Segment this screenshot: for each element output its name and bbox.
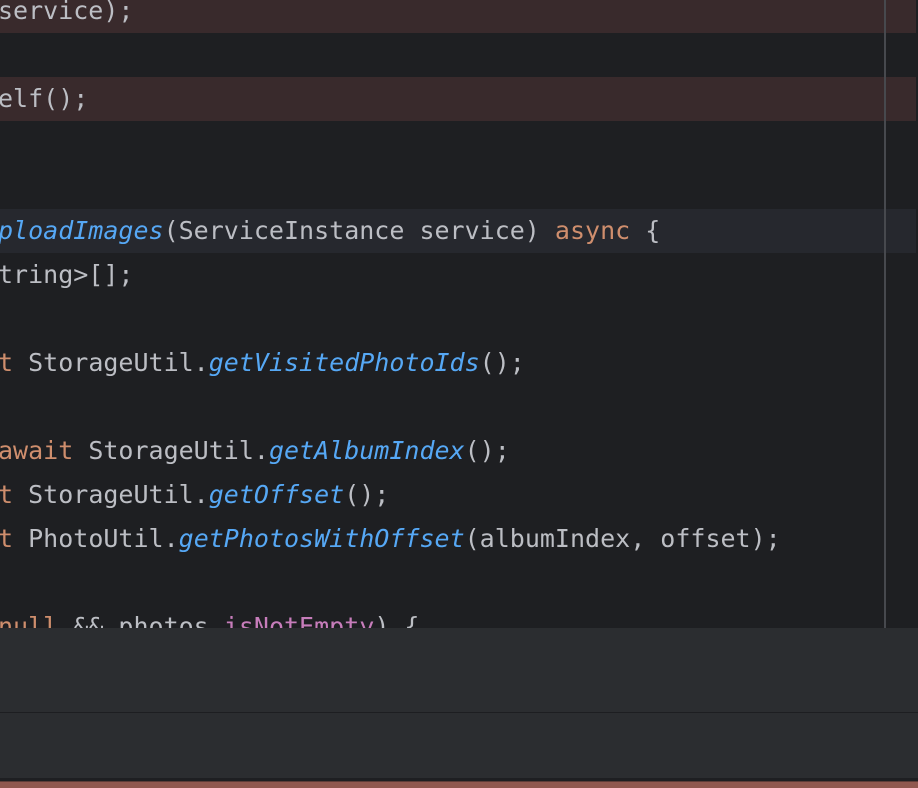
- code-token: (ServiceInstance service): [164, 216, 555, 245]
- code-token: ();: [465, 436, 510, 465]
- code-line[interactable]: [0, 165, 916, 209]
- code-line[interactable]: [0, 33, 916, 77]
- code-lines: service); elf(); ploadImages(ServiceInstan…: [0, 0, 918, 628]
- code-token: StorageUtil.: [13, 348, 209, 377]
- code-token: async: [555, 216, 630, 245]
- code-token: ) {: [374, 612, 419, 628]
- code-token: && photos.: [58, 612, 224, 628]
- code-token: (albumIndex, offset);: [465, 524, 781, 553]
- code-token: t: [0, 348, 13, 377]
- code-token: await: [0, 436, 73, 465]
- code-line[interactable]: elf();: [0, 77, 916, 121]
- code-line[interactable]: [0, 121, 916, 165]
- code-line[interactable]: t StorageUtil.getVisitedPhotoIds();: [0, 341, 916, 385]
- code-token: ploadImages: [0, 216, 164, 245]
- code-line[interactable]: tring>[];: [0, 253, 916, 297]
- code-line[interactable]: await StorageUtil.getAlbumIndex();: [0, 429, 916, 473]
- code-token: StorageUtil.: [73, 436, 269, 465]
- code-token: null: [0, 612, 58, 628]
- code-token: {: [630, 216, 660, 245]
- code-token: StorageUtil.: [13, 480, 209, 509]
- code-token: isNotEmpty: [224, 612, 375, 628]
- code-token: ();: [344, 480, 389, 509]
- code-line[interactable]: [0, 297, 916, 341]
- code-line[interactable]: [0, 385, 916, 429]
- code-editor-pane[interactable]: service); elf(); ploadImages(ServiceInstan…: [0, 0, 918, 628]
- code-line[interactable]: [0, 561, 916, 605]
- code-token: ();: [480, 348, 525, 377]
- code-token: getAlbumIndex: [269, 436, 465, 465]
- code-token: PhotoUtil.: [13, 524, 179, 553]
- code-token: getOffset: [209, 480, 344, 509]
- code-token: t: [0, 480, 13, 509]
- tool-window-panel-upper[interactable]: [0, 628, 918, 712]
- code-line[interactable]: null && photos.isNotEmpty) {: [0, 605, 916, 628]
- code-token: tring>[];: [0, 260, 133, 289]
- ide-window: service); elf(); ploadImages(ServiceInstan…: [0, 0, 918, 788]
- code-line[interactable]: t PhotoUtil.getPhotosWithOffset(albumInd…: [0, 517, 916, 561]
- code-token: t: [0, 524, 13, 553]
- code-token: getVisitedPhotoIds: [209, 348, 480, 377]
- code-token: service);: [0, 0, 133, 25]
- code-line[interactable]: ploadImages(ServiceInstance service) asy…: [0, 209, 916, 253]
- code-token: elf();: [0, 84, 88, 113]
- code-token: getPhotosWithOffset: [179, 524, 465, 553]
- tool-window-panel-lower[interactable]: [0, 713, 918, 778]
- code-line[interactable]: service);: [0, 0, 916, 33]
- code-line[interactable]: t StorageUtil.getOffset();: [0, 473, 916, 517]
- right-margin-guide: [884, 0, 886, 628]
- accent-bar: [0, 781, 918, 788]
